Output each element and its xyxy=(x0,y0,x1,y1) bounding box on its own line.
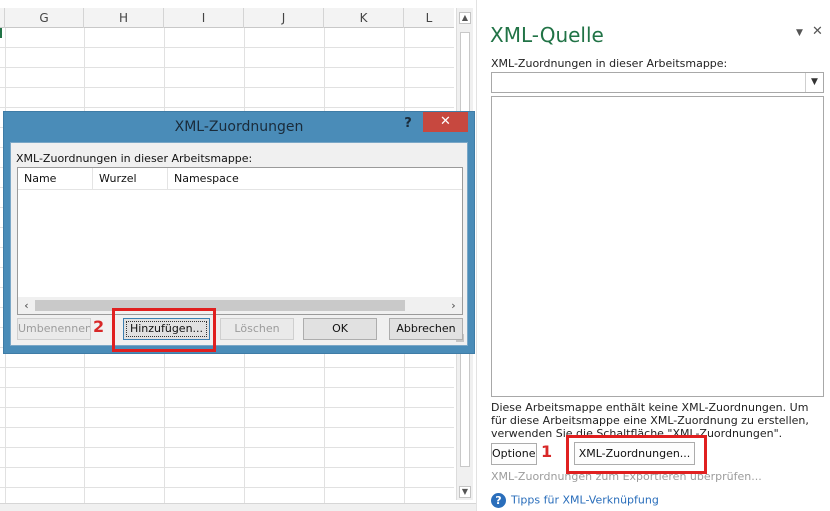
xml-tips-link[interactable]: ? Tipps für XML-Verknüpfung xyxy=(491,493,659,508)
grid-row-line xyxy=(0,107,454,108)
delete-button[interactable]: Löschen xyxy=(220,318,294,340)
column-header-g[interactable]: G xyxy=(5,8,84,28)
grid-row-line xyxy=(0,87,454,88)
highlight-xml-maps-button xyxy=(566,435,707,474)
help-circle-icon: ? xyxy=(491,493,506,508)
dropdown-arrow-icon[interactable]: ▼ xyxy=(805,73,823,92)
column-header-l[interactable]: L xyxy=(404,8,454,28)
pane-menu-arrow-icon[interactable]: ▼ xyxy=(796,28,803,38)
sheet-tab-strip xyxy=(0,503,476,511)
grid-row-line xyxy=(0,467,454,468)
list-header: Name Wurzel Namespace xyxy=(18,168,462,190)
help-icon[interactable]: ? xyxy=(401,115,415,133)
dialog-body: XML-Zuordnungen in dieser Arbeitsmappe: … xyxy=(10,142,468,346)
grid-row-line xyxy=(0,67,454,68)
column-header-h[interactable]: H xyxy=(84,8,164,28)
maps-dropdown[interactable]: ▼ xyxy=(491,72,824,93)
column-headers: G H I J K L xyxy=(0,8,454,28)
column-header-root[interactable]: Wurzel xyxy=(93,168,168,190)
pane-close-icon[interactable]: ✕ xyxy=(812,24,823,39)
options-button[interactable]: Optionen xyxy=(491,443,537,465)
column-header-k[interactable]: K xyxy=(324,8,404,28)
maps-list-label: XML-Zuordnungen in dieser Arbeitsmappe: xyxy=(16,152,253,165)
close-button[interactable]: ✕ xyxy=(423,112,468,132)
rename-button[interactable]: Umbenennen xyxy=(17,318,91,340)
list-horizontal-scrollbar[interactable]: ‹ › xyxy=(18,297,462,314)
xml-tips-link-label: Tipps für XML-Verknüpfung xyxy=(511,493,659,507)
xml-maps-dialog: XML-Zuordnungen ? ✕ XML-Zuordnungen in d… xyxy=(3,111,475,354)
column-header-j[interactable]: J xyxy=(244,8,324,28)
column-header-namespace[interactable]: Namespace xyxy=(168,168,462,190)
scroll-down-arrow-icon[interactable]: ▼ xyxy=(459,486,471,498)
grid-row-line xyxy=(0,447,454,448)
grid-row-line xyxy=(0,367,454,368)
highlight-add-button xyxy=(112,308,216,352)
cancel-button[interactable]: Abbrechen xyxy=(389,318,463,340)
list-scroll-thumb[interactable] xyxy=(35,300,405,311)
maps-list[interactable]: Name Wurzel Namespace ‹ › xyxy=(17,167,463,315)
grid-row-line xyxy=(0,407,454,408)
scroll-right-arrow-icon[interactable]: › xyxy=(445,297,462,314)
callout-number-1: 1 xyxy=(541,442,553,461)
grid-row-line xyxy=(0,47,454,48)
selection-marker xyxy=(0,28,2,38)
grid-row-line xyxy=(0,427,454,428)
column-header-i[interactable]: I xyxy=(164,8,244,28)
pane-title: XML-Quelle xyxy=(490,23,604,47)
ok-button[interactable]: OK xyxy=(303,318,377,340)
grid-row-line xyxy=(0,387,454,388)
column-header-name[interactable]: Name xyxy=(18,168,93,190)
grid-row-line xyxy=(0,487,454,488)
scroll-left-arrow-icon[interactable]: ‹ xyxy=(18,297,35,314)
pane-maps-label: XML-Zuordnungen in dieser Arbeitsmappe: xyxy=(491,57,728,70)
xml-tree-view[interactable] xyxy=(491,96,824,397)
scroll-up-arrow-icon[interactable]: ▲ xyxy=(459,12,471,24)
callout-number-2: 2 xyxy=(93,317,105,336)
